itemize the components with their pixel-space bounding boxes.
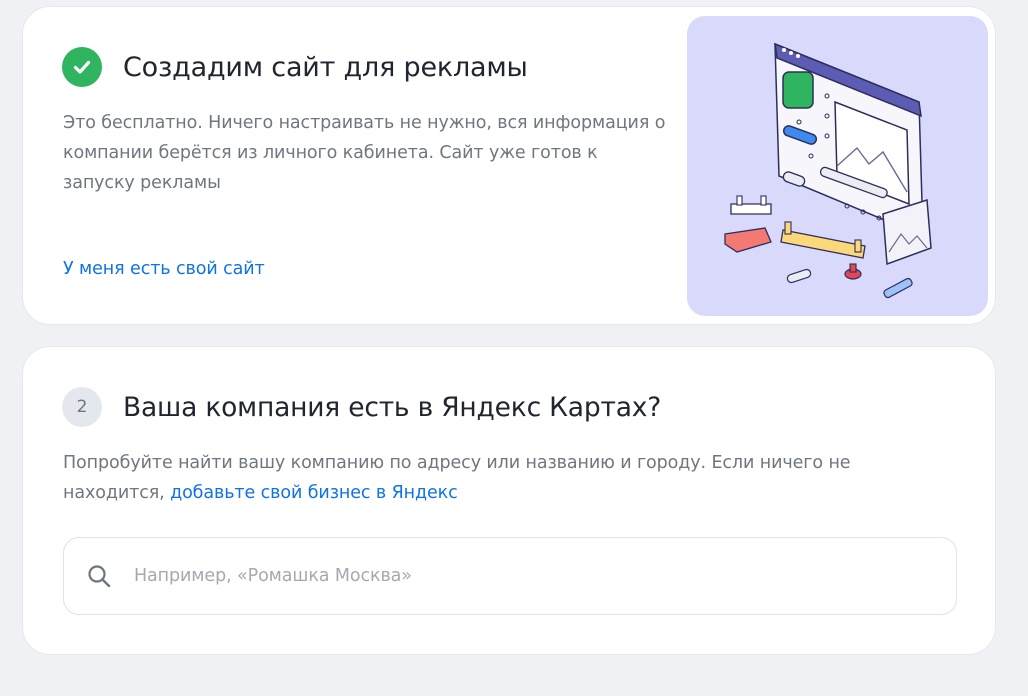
create-site-description: Это бесплатно. Ничего настраивать не нуж… <box>63 113 666 193</box>
check-circle-icon <box>62 47 102 87</box>
company-search-input[interactable] <box>134 538 934 614</box>
yandex-maps-description: Попробуйте найти вашу компанию по адресу… <box>63 448 853 508</box>
create-site-title: Создадим сайт для рекламы <box>123 51 528 83</box>
create-site-card: Создадим сайт для рекламы Это бесплатно.… <box>22 6 996 325</box>
company-search-box[interactable] <box>63 537 957 615</box>
own-site-link[interactable]: У меня есть свой сайт <box>63 259 265 279</box>
yandex-maps-card: 2 Ваша компания есть в Яндекс Картах? По… <box>22 346 996 655</box>
add-business-link[interactable]: добавьте свой бизнес в Яндекс <box>170 483 458 503</box>
yandex-maps-title: Ваша компания есть в Яндекс Картах? <box>123 391 662 423</box>
step-number-badge: 2 <box>62 387 102 427</box>
website-builder-illustration <box>687 16 988 316</box>
search-icon <box>88 565 111 588</box>
